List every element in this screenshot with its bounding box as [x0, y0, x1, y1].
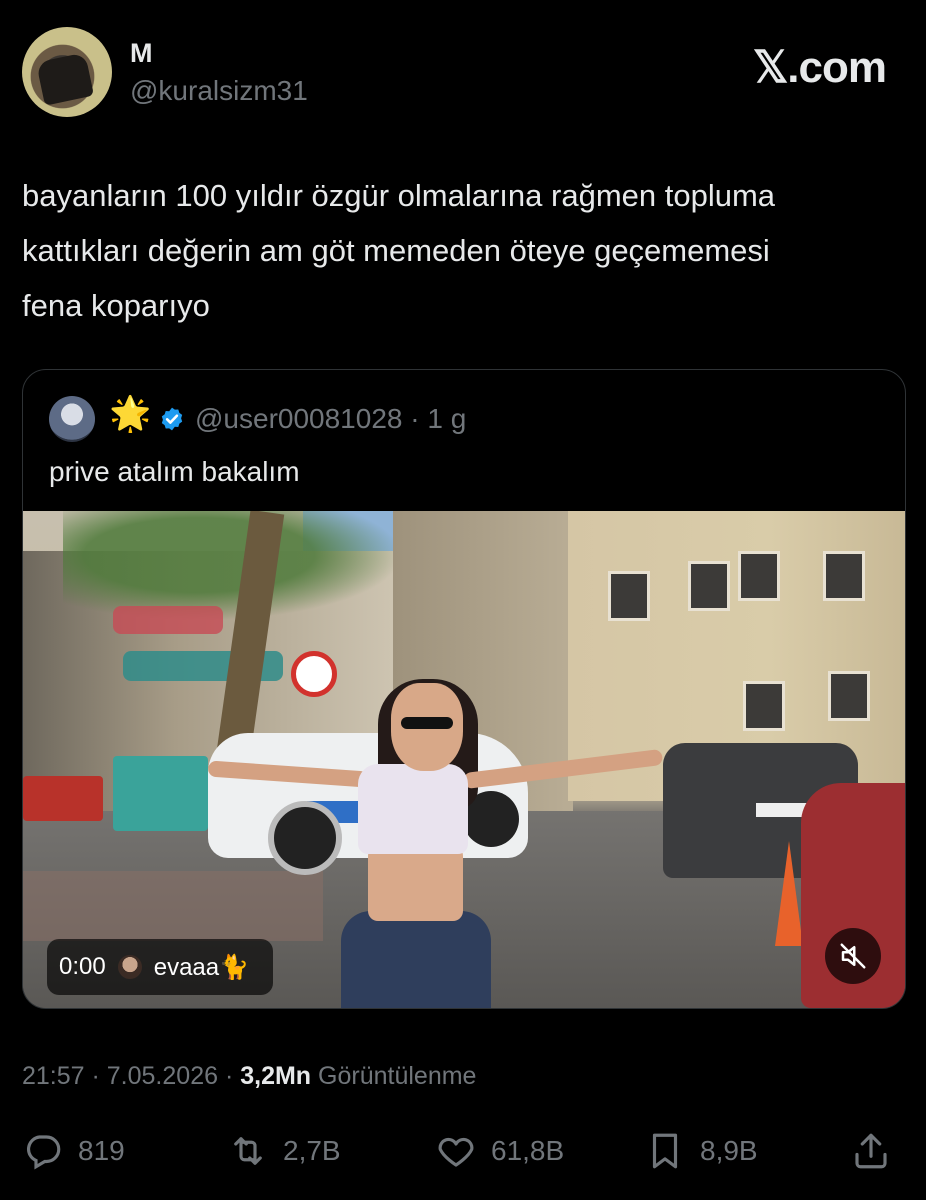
action-bar: 819 2,7B 61,8B 8,9B [22, 1130, 902, 1186]
video-scene-wheel [268, 801, 342, 875]
video-creator-avatar [117, 955, 142, 979]
x-logo: 𝕏.com [752, 43, 887, 92]
share-icon [855, 1133, 887, 1169]
like-button[interactable]: 61,8B [435, 1130, 564, 1172]
reply-count: 819 [78, 1135, 125, 1166]
bookmark-button[interactable]: 8,9B [644, 1130, 758, 1172]
like-count: 61,8B [491, 1135, 565, 1166]
video-creator-name: evaaa🐈 [153, 953, 249, 981]
video-scene-cart [23, 776, 103, 821]
quoted-tweet-text: prive atalım bakalım [49, 456, 300, 487]
star-emoji-icon: 🌟 [109, 395, 152, 433]
share-button[interactable] [850, 1130, 892, 1172]
mute-button[interactable] [825, 928, 881, 984]
reply-icon [27, 1135, 61, 1170]
video-scene-sidewalk [23, 871, 323, 941]
video-scene-plate [756, 803, 808, 817]
view-count: 3,2Mn [240, 1062, 312, 1090]
video-scene-graffiti [113, 606, 223, 634]
quoted-author-avatar[interactable] [49, 396, 95, 442]
video-scene-window [828, 671, 870, 721]
author-handle[interactable]: @kuralsizm31 [130, 75, 308, 107]
view-count-label: Görüntülenme [311, 1062, 477, 1090]
author-display-name[interactable]: M [130, 38, 153, 69]
video-scene-person-jeans [341, 911, 491, 1008]
video-scene-person-top [358, 764, 468, 854]
video-timestamp: 0:00 [59, 953, 106, 980]
heart-icon [438, 1137, 474, 1167]
bookmark-icon [652, 1133, 678, 1169]
tweet-timestamp[interactable]: 21:57 · 7.05.2026 · [22, 1062, 240, 1090]
tweet-text: bayanların 100 yıldır özgür olmalarına r… [22, 168, 902, 333]
quoted-tweet-card[interactable]: 🌟 @user00081028 · 1 g prive atalım bakal… [22, 369, 906, 1009]
video-scene-window [743, 681, 785, 731]
video-info-pill: 0:00 evaaa🐈 [47, 939, 273, 995]
video-scene-window [608, 571, 650, 621]
video-scene-window [738, 551, 780, 601]
tweet-text-line: fena koparıyo [22, 288, 210, 323]
video-scene-traffic-cone [775, 841, 803, 946]
video-scene-tree [63, 511, 403, 621]
speaker-muted-icon [840, 943, 866, 969]
video-player[interactable]: 0:00 evaaa🐈 [23, 511, 905, 1008]
quoted-author-handle[interactable]: @user00081028 · 1 g [195, 403, 466, 435]
repost-count: 2,7B [283, 1135, 341, 1166]
video-scene-window [823, 551, 865, 601]
video-scene-sunglasses [401, 717, 453, 729]
bookmark-count: 8,9B [700, 1135, 758, 1166]
reply-button[interactable]: 819 [22, 1130, 125, 1172]
video-scene-window [688, 561, 730, 611]
video-scene-dumpster [113, 756, 208, 831]
author-avatar[interactable] [22, 27, 112, 117]
repost-icon [234, 1137, 262, 1165]
repost-button[interactable]: 2,7B [227, 1130, 341, 1172]
video-scene-person-torso [368, 846, 463, 921]
tweet-text-line: kattıkları değerin am göt memeden öteye … [22, 233, 770, 268]
tweet-page: M @kuralsizm31 𝕏.com bayanların 100 yıld… [0, 0, 926, 1200]
video-scene-traffic-sign [291, 651, 337, 697]
tweet-meta: 21:57 · 7.05.2026 · 3,2Mn Görüntülenme [22, 1062, 476, 1091]
tweet-text-line: bayanların 100 yıldır özgür olmalarına r… [22, 178, 776, 213]
verified-badge-icon [161, 407, 183, 431]
